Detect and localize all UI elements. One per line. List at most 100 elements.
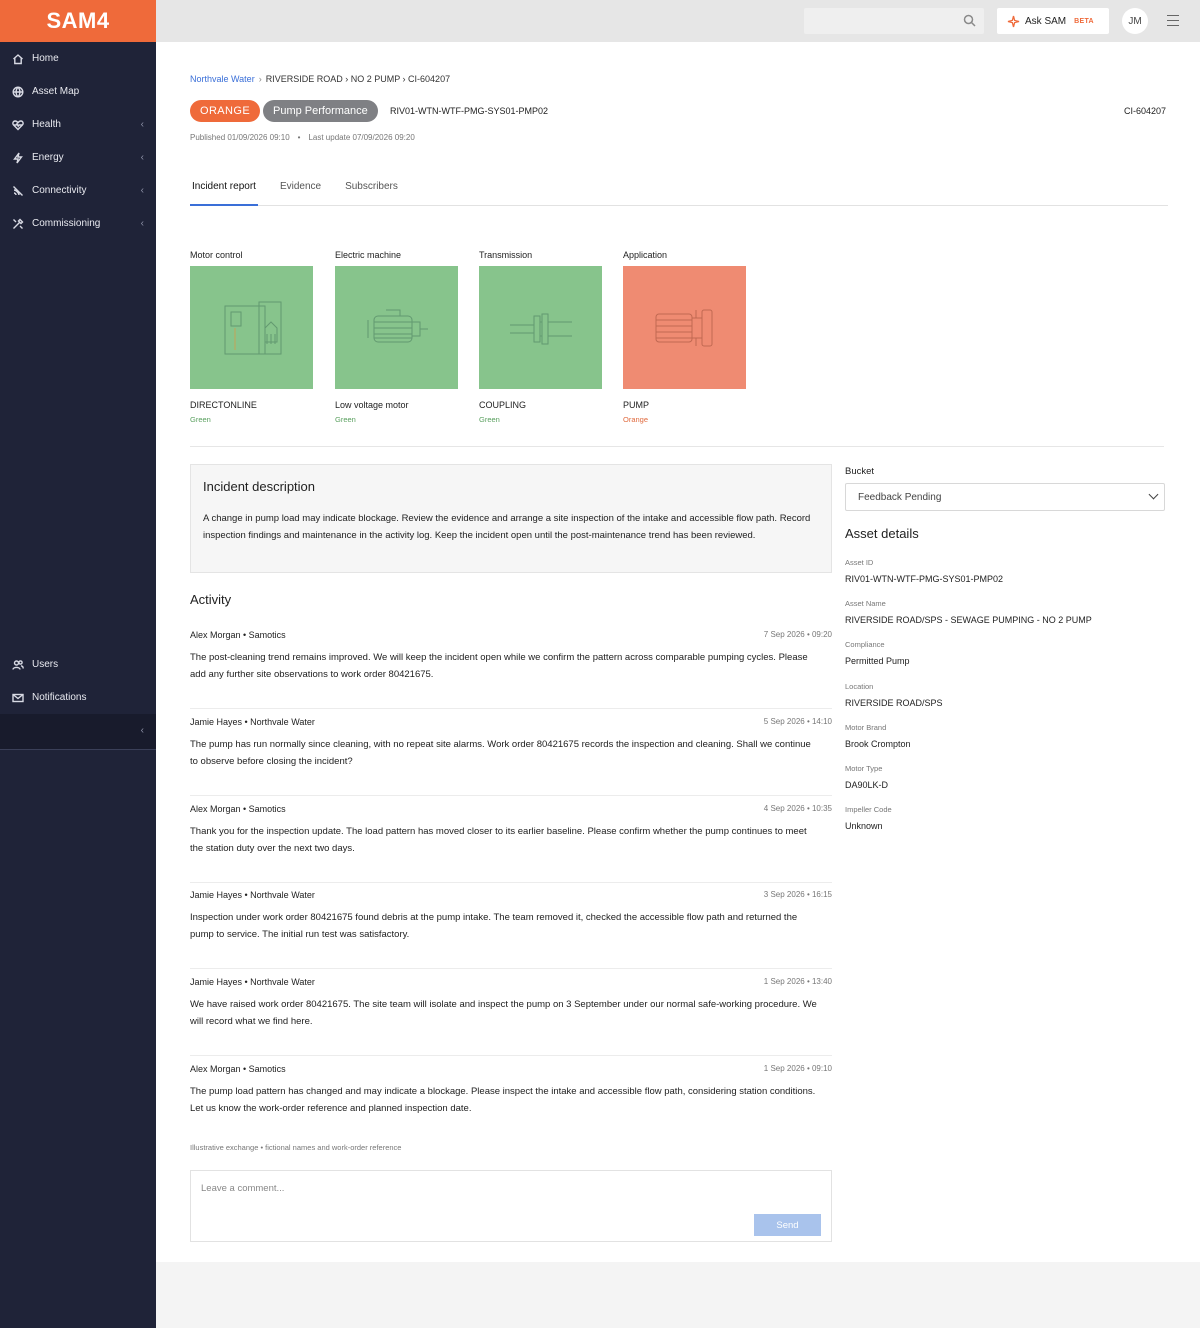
system-tile[interactable] (479, 266, 602, 389)
system-card-motor-control[interactable]: Motor control DIRECTONLINE Green (190, 250, 313, 424)
beta-badge: BETA (1074, 17, 1094, 25)
field-value: RIVERSIDE ROAD/SPS - SEWAGE PUMPING - NO… (845, 615, 1092, 625)
system-status: Green (479, 415, 500, 424)
system-title: Electric machine (335, 250, 402, 260)
sidebar-item-users[interactable]: Users (0, 648, 156, 681)
activity-author: Alex Morgan • Samotics (190, 804, 286, 814)
field-label: Asset Name (845, 599, 886, 608)
system-name: COUPLING (479, 400, 527, 410)
page-footer-space (156, 1262, 1200, 1328)
activity-timestamp: 3 Sep 2026 • 16:15 (763, 890, 832, 899)
ask-sam-button[interactable]: Ask SAM BETA (997, 8, 1109, 34)
tab-evidence[interactable]: Evidence (278, 176, 323, 206)
heart-icon (12, 119, 24, 131)
sidebar-item-label: Asset Map (32, 86, 80, 97)
search-box[interactable] (804, 8, 984, 34)
sidebar-nav: Home Asset Map Health ‹ Energy ‹ Connect… (0, 42, 156, 240)
bucket-select[interactable]: Feedback Pending (845, 483, 1165, 511)
activity-message: The pump load pattern has changed and ma… (190, 1086, 816, 1114)
activity-author: Jamie Hayes • Northvale Water (190, 890, 315, 900)
activity-message: Inspection under work order 80421675 fou… (190, 912, 798, 940)
ask-sam-label: Ask SAM (1025, 15, 1067, 27)
user-avatar[interactable]: JM (1122, 8, 1148, 34)
system-card-transmission[interactable]: Transmission COUPLING Green (479, 250, 602, 424)
incident-id: CI-604207 (1123, 106, 1166, 116)
severity-badge: ORANGE (190, 100, 261, 122)
activity-timestamp: 1 Sep 2026 • 13:40 (763, 977, 832, 986)
sidebar-item-label: Users (32, 659, 59, 670)
pump-icon (655, 309, 712, 346)
tab-incident-report[interactable]: Incident report (190, 176, 258, 206)
field-label: Location (845, 682, 874, 691)
field-label: Motor Brand (845, 723, 887, 732)
field-value: Permitted Pump (845, 656, 910, 666)
chevron-left-icon: ‹ (140, 119, 144, 130)
published-date: Published 01/09/2026 09:10 (190, 133, 290, 142)
activity-entry: Jamie Hayes • Northvale Water 1 Sep 2026… (190, 969, 832, 1056)
activity-entry: Jamie Hayes • Northvale Water 3 Sep 2026… (190, 882, 832, 969)
mail-icon (12, 693, 24, 702)
publish-info: Published 01/09/2026 09:10 • Last update 0… (190, 133, 415, 142)
sidebar-item-connectivity[interactable]: Connectivity ‹ (0, 174, 156, 207)
field-value: Brook Crompton (845, 739, 911, 749)
asset-code: RIV01-WTN-WTF-PMG-SYS01-PMP02 (390, 106, 549, 116)
users-icon (12, 659, 24, 670)
sidebar-item-label: Connectivity (32, 185, 87, 196)
breadcrumb-trail: RIVERSIDE ROAD › NO 2 PUMP › CI-604207 (265, 74, 451, 84)
field-value: DA90LK-D (845, 780, 889, 790)
activity-timestamp: 7 Sep 2026 • 09:20 (763, 630, 832, 639)
incident-header: Northvale Water › RIVERSIDE ROAD › NO 2 PU… (156, 42, 1200, 228)
sidebar-collapse-button[interactable]: ‹ (0, 714, 156, 750)
sidebar-item-commissioning[interactable]: Commissioning ‹ (0, 207, 156, 240)
chevron-left-icon: ‹ (140, 152, 144, 163)
sidebar-item-health[interactable]: Health ‹ (0, 108, 156, 141)
asset-field-motor-brand: Motor Brand Brook Crompton (845, 723, 1165, 749)
activity-entry: Alex Morgan • Samotics 1 Sep 2026 • 09:1… (190, 1056, 832, 1143)
sidebar-item-energy[interactable]: Energy ‹ (0, 141, 156, 174)
chevron-left-icon: ‹ (140, 725, 144, 736)
main-content: Motor control DIRECTONLINE Green Electri… (156, 228, 1200, 1262)
tab-subscribers[interactable]: Subscribers (343, 176, 400, 206)
system-tile[interactable] (190, 266, 313, 389)
sidebar-item-label: Notifications (32, 692, 87, 703)
activity-message: We have raised work order 80421675. The … (190, 999, 817, 1027)
asset-field-impeller-code: Impeller Code Unknown (845, 805, 1165, 831)
activity-entry: Alex Morgan • Samotics 7 Sep 2026 • 09:2… (190, 622, 832, 709)
bucket-selected-value: Feedback Pending (858, 491, 942, 503)
activity-entry: Jamie Hayes • Northvale Water 5 Sep 2026… (190, 709, 832, 796)
app-logo[interactable]: SAM4 (0, 0, 156, 42)
sidebar: SAM4 Home Asset Map Health ‹ Energy ‹ Co… (0, 0, 156, 1328)
bolt-icon (13, 152, 23, 163)
top-bar: Ask SAM BETA JM (156, 0, 1200, 42)
hamburger-menu-icon[interactable] (1167, 15, 1179, 26)
sidebar-item-asset-map[interactable]: Asset Map (0, 75, 156, 108)
field-value: Unknown (845, 821, 883, 831)
field-label: Motor Type (845, 764, 883, 773)
comment-input[interactable] (191, 1171, 831, 1211)
activity-entry: Alex Morgan • Samotics 4 Sep 2026 • 10:3… (190, 796, 832, 883)
separator-dot: • (297, 133, 301, 142)
activity-author: Alex Morgan • Samotics (190, 630, 286, 640)
system-card-application[interactable]: Application PUMP Orange (623, 250, 746, 424)
asset-field-asset-id: Asset ID RIV01-WTN-WTF-PMG-SYS01-PMP02 (845, 558, 1165, 584)
tab-bar: Incident report Evidence Subscribers (190, 176, 1168, 206)
system-tile[interactable] (623, 266, 746, 389)
sidebar-item-notifications[interactable]: Notifications (0, 681, 156, 714)
activity-author: Jamie Hayes • Northvale Water (190, 977, 315, 987)
system-name: PUMP (623, 400, 650, 410)
chevron-left-icon: ‹ (140, 185, 144, 196)
activity-author: Jamie Hayes • Northvale Water (190, 717, 315, 727)
system-tile[interactable] (335, 266, 458, 389)
send-button[interactable]: Send (754, 1214, 821, 1236)
breadcrumb-root-link[interactable]: Northvale Water (190, 74, 255, 84)
system-name: DIRECTONLINE (190, 400, 257, 410)
system-card-electric-machine[interactable]: Electric machine Low voltage motor Green (335, 250, 458, 424)
sidebar-item-label: Energy (32, 152, 64, 163)
system-title: Transmission (479, 250, 533, 260)
asset-field-location: Location RIVERSIDE ROAD/SPS (845, 682, 1165, 708)
chevron-down-icon (1148, 489, 1159, 500)
bucket-label: Bucket (845, 466, 875, 477)
asset-field-motor-type: Motor Type DA90LK-D (845, 764, 1165, 790)
sidebar-item-label: Health (32, 119, 61, 130)
sidebar-item-home[interactable]: Home (0, 42, 156, 75)
